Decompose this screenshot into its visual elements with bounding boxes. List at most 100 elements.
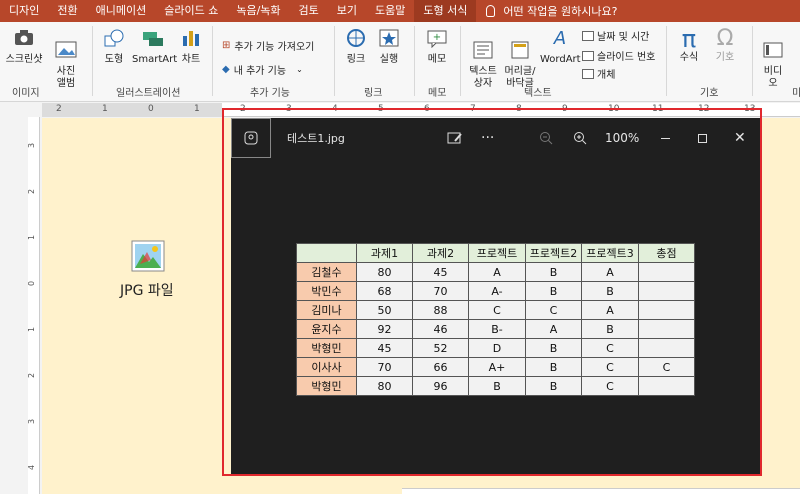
tab-design[interactable]: 디자인 (0, 0, 48, 22)
video-button[interactable]: 비디 오 (758, 28, 788, 102)
ribbon-tab-bar: 디자인 전환 애니메이션 슬라이드 쇼 녹음/녹화 검토 보기 도움말 도형 서… (0, 0, 800, 22)
object-button[interactable]: 개체 (582, 66, 615, 81)
viewer-thumbnail-button[interactable] (231, 118, 271, 158)
screenshot-label: 스크린샷 (5, 54, 43, 65)
tab-record[interactable]: 녹음/녹화 (227, 0, 289, 22)
shapes-button[interactable]: 도형 (98, 28, 130, 66)
chart-label: 차트 (181, 54, 201, 65)
shapes-icon (104, 29, 124, 47)
comment-button[interactable]: + 메모 (422, 28, 452, 66)
group-separator (666, 26, 667, 96)
tab-transitions[interactable]: 전환 (48, 0, 86, 22)
screenshot-button[interactable]: 스크린샷 (4, 28, 44, 66)
table-cell: 68 (356, 281, 413, 301)
table-cell: B (525, 376, 582, 396)
table-cell: D (468, 338, 526, 358)
link-button[interactable]: 링크 (342, 28, 370, 66)
ruler-number: 4 (332, 104, 338, 114)
table-cell: A- (468, 281, 526, 301)
zoom-level: 100% (605, 131, 640, 145)
my-addins-button[interactable]: ◆ 내 추가 기능 ⌄ (222, 62, 303, 77)
smartart-label: SmartArt (132, 54, 178, 65)
omega-icon: Ω (716, 26, 734, 51)
ruler-number: 12 (698, 104, 710, 114)
table-cell: A (468, 262, 526, 282)
edit-image-button[interactable] (447, 118, 463, 158)
viewer-filename: 테스트1.jpg (287, 132, 345, 145)
equation-button[interactable]: π 수식 (674, 26, 704, 64)
horizontal-ruler: 2 1 0 1 2 3 4 5 6 7 8 9 10 11 12 13 (42, 103, 800, 117)
more-options-button[interactable]: ··· (481, 118, 494, 158)
maximize-button[interactable] (698, 118, 707, 158)
table-row: 박형민 45 52 D B C (296, 338, 695, 358)
textbox-button[interactable]: 텍스트 상자 (466, 28, 500, 102)
group-label-link: 링크 (364, 88, 383, 99)
table-cell: B (525, 338, 582, 358)
photo-album-icon (55, 41, 77, 58)
table-row: 김철수 80 45 A B A (296, 262, 695, 282)
photo-album-button[interactable]: 사진 앨범 (48, 28, 84, 102)
action-button[interactable]: 실행 (374, 28, 404, 66)
ruler-number: 11 (652, 104, 664, 114)
symbol-label: 기호 (715, 52, 735, 63)
plus-grid-icon: ⊞ (222, 40, 231, 51)
lightbulb-icon (486, 5, 496, 17)
symbol-button[interactable]: Ω 기호 (710, 26, 740, 64)
minimize-button[interactable] (661, 118, 670, 158)
video-label: 비디 오 (763, 66, 783, 89)
ruler-number: 6 (424, 104, 430, 114)
table-cell (638, 300, 695, 320)
zoom-out-button[interactable] (539, 118, 553, 158)
table-cell (638, 376, 695, 396)
table-cell: 88 (412, 300, 469, 320)
table-cell: 50 (356, 300, 413, 320)
get-addins-button[interactable]: ⊞ 추가 기능 가져오기 (222, 38, 314, 53)
minimize-icon (661, 137, 670, 139)
ruler-number: 5 (378, 104, 384, 114)
table-cell: A (581, 300, 639, 320)
table-cell: C (638, 357, 695, 377)
tab-view[interactable]: 보기 (328, 0, 366, 22)
table-cell: B (525, 262, 582, 282)
ruler-number: 2 (27, 372, 37, 379)
chart-button[interactable]: 차트 (176, 28, 206, 66)
jpg-file-label[interactable]: JPG 파일 (120, 280, 174, 300)
table-header: 과제2 (412, 243, 469, 263)
zoom-in-button[interactable] (573, 118, 587, 158)
close-button[interactable]: ✕ (734, 118, 746, 158)
tell-me-box[interactable]: 어떤 작업을 원하시나요? (476, 3, 617, 19)
edit-image-icon (447, 132, 462, 144)
comment-label: 메모 (427, 54, 447, 65)
vertical-ruler: 3 2 1 0 1 2 3 4 (0, 117, 42, 494)
textbox-label: 텍스트 상자 (469, 66, 497, 89)
table-row: 윤지수 92 46 B- A B (296, 319, 695, 339)
tab-shape-format[interactable]: 도형 서식 (414, 0, 477, 22)
group-separator (334, 26, 335, 96)
table-cell: 박형민 (296, 338, 357, 358)
table-cell: B (468, 376, 526, 396)
ruler-number: 1 (194, 104, 200, 114)
table-cell (638, 319, 695, 339)
camera-icon (15, 30, 33, 45)
table-cell: 92 (356, 319, 413, 339)
ruler-number: 8 (516, 104, 522, 114)
tab-review[interactable]: 검토 (290, 0, 328, 22)
wordart-button[interactable]: A WordArt (540, 28, 581, 66)
jpg-file-icon[interactable] (131, 240, 165, 272)
vertical-ruler-strip (28, 117, 40, 494)
ruler-number: 3 (27, 142, 37, 149)
tab-slideshow[interactable]: 슬라이드 쇼 (155, 0, 227, 22)
table-cell: 70 (412, 281, 469, 301)
video-icon (763, 42, 783, 58)
tab-animations[interactable]: 애니메이션 (87, 0, 156, 22)
tab-help[interactable]: 도움말 (366, 0, 414, 22)
datetime-button[interactable]: 날짜 및 시간 (582, 28, 649, 43)
group-label-addins: 추가 기능 (250, 88, 290, 99)
table-cell: 윤지수 (296, 319, 357, 339)
table-cell: B (525, 281, 582, 301)
table-cell: 66 (412, 357, 469, 377)
table-cell: A (581, 262, 639, 282)
slide-number-button[interactable]: 슬라이드 번호 (582, 48, 655, 63)
wordart-label: WordArt (540, 54, 581, 65)
smartart-button[interactable]: SmartArt (132, 28, 178, 66)
